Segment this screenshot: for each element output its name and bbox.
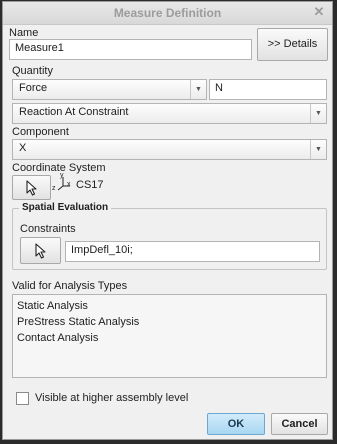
dialog-title: Measure Definition	[113, 6, 222, 20]
quantity-label: Quantity	[12, 65, 53, 77]
spatial-evaluation-title: Spatial Evaluation	[19, 202, 112, 213]
list-item[interactable]: Static Analysis	[13, 298, 326, 314]
coordinate-system-value: CS17	[76, 179, 104, 191]
coordinate-system-icon	[54, 174, 74, 194]
quantity-unit-field: N	[209, 79, 327, 100]
measure-definition-dialog: Measure Definition ✕ Name Measure1 >> De…	[2, 1, 333, 440]
axis-y-label: y	[60, 172, 64, 179]
chevron-down-icon: ▼	[310, 140, 326, 159]
analysis-types-label: Valid for Analysis Types	[12, 280, 128, 292]
analysis-types-list[interactable]: Static Analysis PreStress Static Analysi…	[12, 294, 327, 378]
title-bar[interactable]: Measure Definition ✕	[3, 2, 332, 25]
quantity-select[interactable]: Force ▼	[12, 79, 207, 100]
constraints-select-button[interactable]	[20, 237, 61, 264]
cancel-button[interactable]: Cancel	[271, 413, 328, 435]
ok-button[interactable]: OK	[207, 413, 265, 435]
quantity-subtype-select[interactable]: Reaction At Constraint ▼	[12, 103, 327, 124]
axis-x-label: x	[67, 181, 71, 188]
visible-higher-level-label: Visible at higher assembly level	[35, 392, 189, 404]
quantity-subtype-value: Reaction At Constraint	[19, 106, 129, 118]
close-icon[interactable]: ✕	[312, 4, 326, 20]
component-select[interactable]: X ▼	[12, 139, 327, 160]
axis-z-label: z	[52, 185, 56, 192]
list-item[interactable]: PreStress Static Analysis	[13, 314, 326, 330]
chevron-down-icon: ▼	[190, 80, 206, 99]
visible-higher-level-checkbox[interactable]	[16, 392, 29, 405]
component-selected-value: X	[19, 142, 27, 154]
list-item[interactable]: Contact Analysis	[13, 330, 326, 346]
chevron-down-icon: ▼	[310, 104, 326, 123]
name-label: Name	[9, 27, 39, 39]
quantity-selected-value: Force	[19, 82, 48, 94]
constraints-field[interactable]: ImpDefl_10i;	[65, 241, 320, 262]
coordinate-system-select-button[interactable]	[12, 175, 51, 200]
name-input[interactable]: Measure1	[9, 39, 252, 60]
coordinate-system-label: Coordinate System	[12, 162, 106, 174]
constraints-label: Constraints	[20, 223, 76, 235]
component-label: Component	[12, 126, 69, 138]
cursor-arrow-icon	[25, 180, 37, 196]
details-button[interactable]: >> Details	[257, 28, 328, 61]
cursor-arrow-icon	[34, 243, 46, 259]
